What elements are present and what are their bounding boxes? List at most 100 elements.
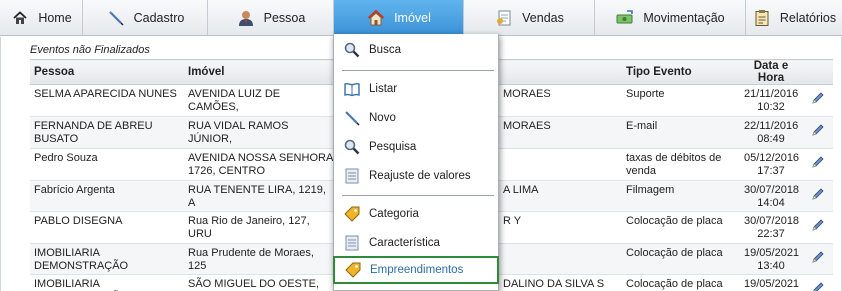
sheet-icon bbox=[342, 233, 362, 253]
nav-label: Cadastro bbox=[133, 11, 185, 25]
menu-item-label: Categoria bbox=[369, 208, 419, 220]
imovel-text: RUA TENENTE LIRA, 1219, A bbox=[188, 184, 326, 209]
sheet-icon bbox=[342, 166, 362, 186]
cell-tipo-evento: taxas de débitos de venda bbox=[622, 148, 740, 181]
nav-label: Home bbox=[38, 11, 72, 25]
menu-item-label: Novo bbox=[369, 112, 396, 124]
cell-tipo-evento: Colocação de placa bbox=[622, 274, 740, 291]
nav-label: Imóvel bbox=[394, 11, 431, 25]
col-header-tipo[interactable]: Tipo Evento bbox=[622, 59, 740, 85]
menu-item-empreendimentos[interactable]: Empreendimentos bbox=[333, 256, 499, 284]
nav-imovel[interactable]: Imóvel bbox=[334, 0, 464, 36]
menu-item-listar[interactable]: Listar bbox=[334, 75, 498, 103]
cell-data-hora: 30/07/2018 22:37 bbox=[740, 211, 802, 244]
nav-home[interactable]: Home bbox=[0, 0, 83, 36]
cell-pessoa: IMOBILIARIA DEMONSTRAÇÃO bbox=[30, 243, 184, 275]
edit-pencil-icon[interactable] bbox=[811, 124, 825, 140]
nav-label: Movimentação bbox=[643, 11, 725, 25]
col-header-data[interactable]: Data e Hora bbox=[740, 59, 802, 85]
cell-data-hora: 21/11/2016 10:32 bbox=[740, 84, 802, 117]
money-icon bbox=[615, 8, 635, 28]
cell-tipo-evento: Filmagem bbox=[622, 180, 740, 212]
time-text: 10:32 bbox=[757, 100, 785, 113]
imovel-text-continued: R Y bbox=[503, 215, 522, 227]
cell-pessoa: Pedro Souza bbox=[30, 148, 184, 181]
col-header-actions bbox=[802, 59, 833, 85]
date-text: 30/07/2018 bbox=[744, 215, 800, 227]
nav-relatorios[interactable]: Relatórios bbox=[746, 0, 842, 36]
cell-pessoa: FERNANDA DE ABREU BUSATO bbox=[30, 116, 184, 149]
edit-pencil-icon[interactable] bbox=[811, 188, 825, 204]
nav-vendas[interactable]: Vendas bbox=[464, 0, 595, 36]
cell-pessoa: Fabrício Argenta bbox=[30, 180, 184, 212]
cell-tipo-evento: Suporte bbox=[622, 84, 740, 117]
nav-label: Relatórios bbox=[779, 11, 837, 25]
magnifier-icon bbox=[342, 137, 362, 157]
cell-data-hora: 19/05/2021 13:40 bbox=[740, 243, 802, 275]
house-icon bbox=[10, 8, 30, 28]
imovel-text: AVENIDA NOSSA SENHORA 1726, CENTRO bbox=[188, 152, 333, 177]
cell-data-hora: 05/12/2016 17:37 bbox=[740, 148, 802, 181]
menu-item-caracteristica[interactable]: Característica bbox=[334, 229, 498, 257]
menu-item-reajuste-de-valores[interactable]: Reajuste de valores bbox=[334, 162, 498, 190]
menu-item-pesquisa[interactable]: Pesquisa bbox=[334, 133, 498, 161]
cell-actions bbox=[802, 148, 833, 181]
time-text: 13:40 bbox=[757, 259, 785, 272]
cell-data-hora: 30/07/2018 14:04 bbox=[740, 180, 802, 212]
menu-divider bbox=[342, 70, 494, 71]
imovel-dropdown-menu: Busca Listar Novo Pesquisa Reajuste de v… bbox=[333, 34, 499, 291]
date-text: 05/12/2016 bbox=[744, 152, 800, 164]
cell-actions bbox=[802, 180, 833, 212]
col-header-pessoa[interactable]: Pessoa bbox=[30, 59, 184, 85]
cell-tipo-evento: Colocação de placa bbox=[622, 243, 740, 275]
imovel-text: AVENIDA LUIZ DE CAMÕES, bbox=[188, 88, 281, 113]
time-text: 08:49 bbox=[757, 132, 785, 145]
cell-tipo-evento: Colocação de placa bbox=[622, 211, 740, 244]
menu-item-busca[interactable]: Busca bbox=[334, 36, 498, 64]
cell-actions bbox=[802, 243, 833, 275]
tag-icon bbox=[343, 260, 363, 280]
cell-actions bbox=[802, 116, 833, 149]
nav-movimentacao[interactable]: Movimentação bbox=[595, 0, 746, 36]
imovel-text: RUA VIDAL RAMOS JÚNIOR, bbox=[188, 120, 289, 145]
pen-icon bbox=[342, 108, 362, 128]
nav-cadastro[interactable]: Cadastro bbox=[83, 0, 208, 36]
menu-item-label: Empreendimentos bbox=[370, 264, 464, 276]
nav-label: Vendas bbox=[522, 11, 564, 25]
imovel-text-continued: A LIMA bbox=[503, 184, 539, 196]
document-icon bbox=[494, 8, 514, 28]
date-text: 19/05/2021 bbox=[744, 247, 800, 259]
imovel-text-continued: MORAES bbox=[503, 88, 551, 100]
date-text: 21/11/2016 bbox=[744, 88, 799, 100]
imovel-text: Rua Rio de Janeiro, 127, URU bbox=[188, 215, 310, 240]
clipboard-icon bbox=[752, 8, 772, 28]
tag-icon bbox=[342, 204, 362, 224]
menu-item-label: Reajuste de valores bbox=[369, 170, 471, 182]
nav-pessoa[interactable]: Pessoa bbox=[208, 0, 334, 36]
cell-actions bbox=[802, 211, 833, 244]
edit-pencil-icon[interactable] bbox=[811, 156, 825, 172]
cell-actions bbox=[802, 274, 833, 291]
section-title: Eventos não Finalizados bbox=[30, 44, 150, 56]
menu-item-categoria[interactable]: Categoria bbox=[334, 200, 498, 228]
cell-data-hora: 22/11/2016 08:49 bbox=[740, 116, 802, 149]
magnifier-icon bbox=[342, 40, 362, 60]
menu-item-label: Listar bbox=[369, 83, 398, 95]
date-text: 19/05/2021 bbox=[744, 278, 800, 290]
time-text: 17:37 bbox=[757, 164, 785, 177]
imovel-text-continued: MORAES bbox=[503, 120, 551, 132]
top-nav: Home Cadastro Pessoa Imóvel Vendas Movim… bbox=[0, 0, 842, 36]
cell-pessoa: SELMA APARECIDA NUNES bbox=[30, 84, 184, 117]
cell-pessoa: IMOBILIARIA DEMONSTRAÇÃO bbox=[30, 274, 184, 291]
edit-pencil-icon[interactable] bbox=[811, 219, 825, 235]
menu-item-label: Busca bbox=[369, 44, 401, 56]
edit-pencil-icon[interactable] bbox=[811, 251, 825, 267]
edit-pencil-icon[interactable] bbox=[811, 282, 825, 291]
pen-icon bbox=[106, 8, 126, 28]
cell-actions bbox=[802, 84, 833, 117]
menu-item-novo[interactable]: Novo bbox=[334, 104, 498, 132]
cell-tipo-evento: E-mail bbox=[622, 116, 740, 149]
edit-pencil-icon[interactable] bbox=[811, 92, 825, 108]
menu-divider bbox=[342, 195, 494, 196]
menu-item-label: Pesquisa bbox=[369, 141, 417, 153]
